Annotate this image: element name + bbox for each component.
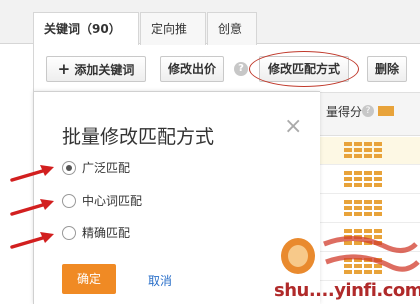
quality-bar-segment xyxy=(354,212,362,216)
quality-bar-segment xyxy=(374,200,382,204)
quality-bar-segment xyxy=(354,154,362,158)
quality-bar-segment xyxy=(344,206,352,210)
quality-bar-segment xyxy=(364,183,372,187)
quality-bars-icon xyxy=(344,200,386,217)
sort-icon[interactable] xyxy=(378,106,394,116)
table-row[interactable] xyxy=(320,137,420,165)
delete-button[interactable]: 删除 xyxy=(367,56,407,82)
watermark: shu....yinfi.com xyxy=(274,228,420,304)
quality-bar-segment xyxy=(354,183,362,187)
quality-bar-segment xyxy=(344,183,352,187)
add-keyword-label: 添加关键词 xyxy=(74,63,135,77)
annotation-arrow-icon xyxy=(10,199,54,216)
tab-bar: 关键词（90） 定向推广 创意 xyxy=(0,0,420,68)
quality-bar-segment xyxy=(354,206,362,210)
table-row[interactable] xyxy=(320,166,420,194)
option-exact-match-label: 精确匹配 xyxy=(82,226,131,240)
tab-keywords-label: 关键词（90） xyxy=(44,22,121,36)
quality-bar-segment xyxy=(344,154,352,158)
quality-bar-segment xyxy=(374,177,382,181)
quality-bar-segment xyxy=(364,206,372,210)
tab-creative[interactable]: 创意 xyxy=(207,12,257,45)
annotation-arrow-icon xyxy=(10,165,54,182)
quality-bar-segment xyxy=(344,200,352,204)
quality-bars-icon xyxy=(344,142,386,159)
cancel-link[interactable]: 取消 xyxy=(148,272,172,289)
quality-bar-segment xyxy=(344,148,352,152)
annotation-ellipse xyxy=(249,51,359,87)
tab-targeting[interactable]: 定向推广 xyxy=(140,12,206,68)
toolbar: + 添加关键词 修改出价 ? 修改匹配方式 删除 xyxy=(33,45,420,91)
quality-bars-icon xyxy=(344,171,386,188)
table-row[interactable] xyxy=(320,195,420,223)
quality-bar-segment xyxy=(364,148,372,152)
quality-bar-segment xyxy=(354,177,362,181)
quality-bar-segment xyxy=(364,177,372,181)
add-keyword-button[interactable]: + 添加关键词 xyxy=(46,56,146,82)
quality-bar-segment xyxy=(354,171,362,175)
tab-keywords[interactable]: 关键词（90） xyxy=(33,12,139,46)
quality-bar-segment xyxy=(364,142,372,146)
radio-broad-match[interactable] xyxy=(62,161,76,175)
confirm-button[interactable]: 确定 xyxy=(62,264,116,294)
question-icon[interactable]: ? xyxy=(362,105,374,117)
question-icon[interactable]: ? xyxy=(234,62,248,76)
quality-bar-segment xyxy=(344,177,352,181)
quality-bar-segment xyxy=(364,212,372,216)
quality-bar-segment xyxy=(354,142,362,146)
quality-bar-segment xyxy=(354,148,362,152)
watermark-logo-icon xyxy=(281,236,420,274)
quality-bar-segment xyxy=(374,206,382,210)
radio-phrase-match[interactable] xyxy=(62,194,76,208)
quality-score-header: 量得分 xyxy=(326,105,363,119)
quality-bar-segment xyxy=(374,171,382,175)
quality-bar-segment xyxy=(364,171,372,175)
quality-bar-segment xyxy=(344,171,352,175)
plus-icon: + xyxy=(57,60,71,78)
delete-label: 删除 xyxy=(374,62,399,76)
quality-bar-segment xyxy=(344,142,352,146)
tab-creative-label: 创意 xyxy=(218,22,243,36)
quality-bar-segment xyxy=(364,154,372,158)
annotation-arrow-icon xyxy=(10,232,54,249)
dialog-title: 批量修改匹配方式 xyxy=(62,126,215,148)
edit-bid-button[interactable]: 修改出价 xyxy=(160,56,224,82)
close-icon[interactable]: × xyxy=(284,116,302,138)
quality-bar-segment xyxy=(374,142,382,146)
quality-bar-segment xyxy=(354,200,362,204)
option-broad-match-label: 广泛匹配 xyxy=(82,161,131,175)
watermark-text: shu....yinfi.com xyxy=(274,280,420,301)
quality-bar-segment xyxy=(374,154,382,158)
radio-exact-match[interactable] xyxy=(62,226,76,240)
quality-bar-segment xyxy=(344,212,352,216)
quality-bar-segment xyxy=(364,200,372,204)
quality-bar-segment xyxy=(374,183,382,187)
option-phrase-match-label: 中心词匹配 xyxy=(82,194,143,208)
quality-bar-segment xyxy=(374,212,382,216)
quality-bar-segment xyxy=(374,148,382,152)
edit-bid-label: 修改出价 xyxy=(167,62,216,76)
